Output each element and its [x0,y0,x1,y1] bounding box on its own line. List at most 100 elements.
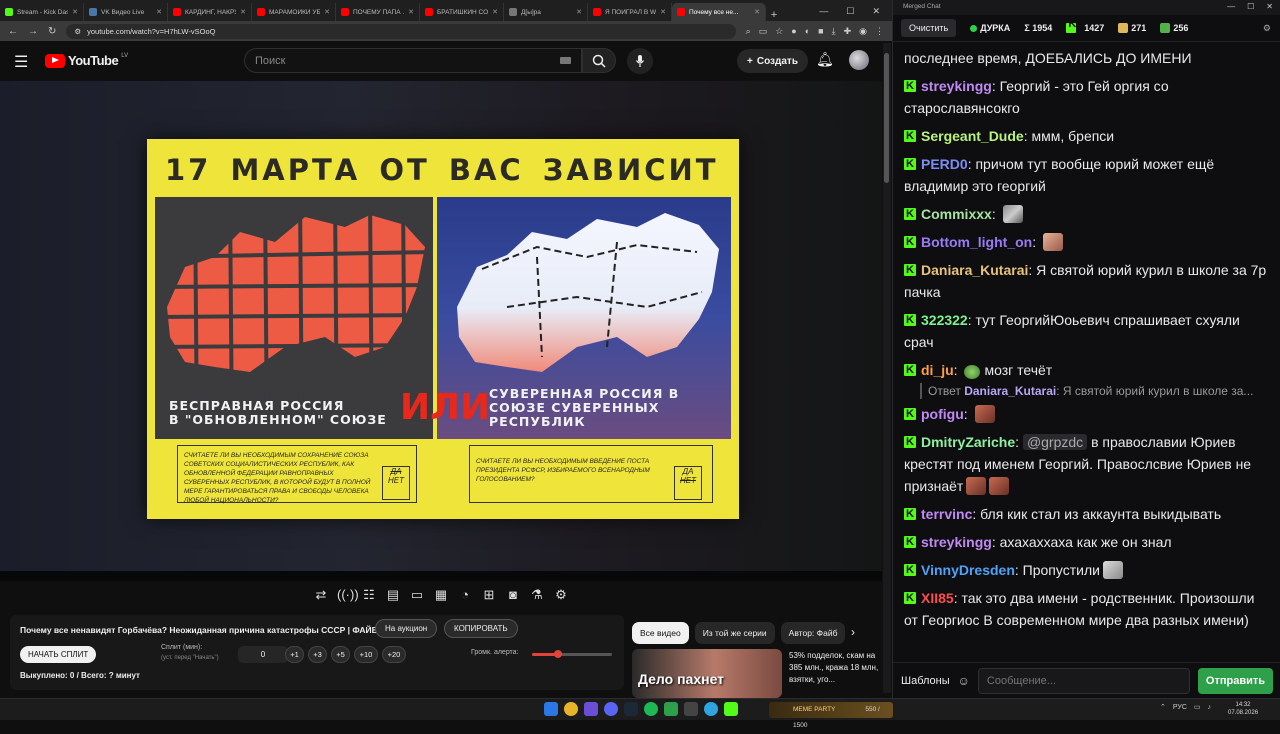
search-input[interactable]: Поиск [244,48,582,73]
subtitles-icon[interactable]: ▦ [433,587,449,607]
reply-preview[interactable]: Ответ Daniara_Kutarai: Я святой юрий кур… [920,383,1280,399]
cast-icon[interactable]: ▭ [759,26,768,37]
video-frame[interactable]: 17 МАРТА ОТ ВАС ЗАВИСИТ БЕСПРАВНАЯ РОССИ… [0,81,882,571]
close-tab-icon[interactable]: ✕ [156,8,162,16]
twitch-icon[interactable] [584,702,598,716]
spotify-icon[interactable] [644,702,658,716]
emote-icon[interactable] [1002,205,1023,223]
message-user[interactable]: PERD0 [921,156,968,172]
message-user[interactable]: DmitryZariche [921,434,1015,450]
close-tab-icon[interactable]: ✕ [576,8,582,16]
emote-icon[interactable] [974,405,995,423]
gear-icon[interactable]: ⚙ [553,587,569,607]
discord-icon[interactable] [604,702,618,716]
close-tab-icon[interactable]: ✕ [408,8,414,16]
start-split-button[interactable]: НАЧАТЬ СПЛИТ [20,646,97,663]
message-user[interactable]: streykingg [921,534,992,550]
profile-icon[interactable]: ◉ [859,26,867,37]
crop-icon[interactable]: ▭ [409,587,425,607]
chevron-up-icon[interactable]: ⌃ [1160,703,1166,711]
message-user[interactable]: terrvinc [921,506,972,522]
address-bar[interactable]: ⚙ youtube.com/watch?v=H7hLW-vSOoQ [66,23,736,39]
flask-icon[interactable]: ⚗ [529,587,545,607]
close-window-icon[interactable]: ✕ [1266,2,1273,11]
bookmark-star-icon[interactable]: ☆ [775,26,783,37]
emote-icon[interactable] [989,477,1010,495]
emoji-icon[interactable]: ☺ [958,674,970,688]
search-button[interactable] [582,48,616,73]
screenshot-icon[interactable]: ◙ [505,587,521,607]
copy-button[interactable]: КОПИРОВАТЬ [444,619,518,638]
browser-tab[interactable]: Д[ы]ра ✕ [504,3,588,21]
mention-chip[interactable]: @grpzdc [1022,434,1088,450]
auction-button[interactable]: На аукцион [375,619,438,638]
cat-emote-icon[interactable] [1102,561,1123,579]
network-icon[interactable]: ▭ [1194,703,1201,711]
site-info-icon[interactable]: ⚙ [74,27,81,36]
clock[interactable]: 14:32 07.08.2026 [1228,701,1258,717]
app-icon[interactable] [684,702,698,716]
close-tab-icon[interactable]: ✕ [660,8,666,16]
close-tab-icon[interactable]: ✕ [240,8,246,16]
browser-tab[interactable]: ПОЧЕМУ ПАПА ... ✕ [336,3,420,21]
message-user[interactable]: di_ju [921,362,954,378]
chat-settings-icon[interactable]: ⚙ [1263,23,1271,34]
step-button[interactable]: +20 [382,646,406,663]
message-user[interactable]: pofigu [921,406,964,422]
message-user[interactable]: Commixxx [921,206,992,222]
close-window-icon[interactable]: ✕ [872,6,880,17]
kick-app-icon[interactable] [724,702,738,716]
steam-icon[interactable] [624,702,638,716]
youtube-logo[interactable]: YouTube LV [45,53,128,68]
video-player[interactable]: 17 МАРТА ОТ ВАС ЗАВИСИТ БЕСПРАВНАЯ РОССИ… [0,81,882,602]
forward-icon[interactable]: → [28,26,38,37]
back-icon[interactable]: ← [8,26,18,37]
recommended-video[interactable]: Дело пахнет 53% подделок, скам на 385 мл… [632,649,879,698]
new-tab-button[interactable]: + [766,9,782,21]
message-user[interactable]: VinnyDresden [921,562,1015,578]
close-tab-icon[interactable]: ✕ [754,8,760,16]
add-frame-icon[interactable]: ⊞ [481,587,497,607]
download-icon[interactable]: ⤓ [832,26,836,37]
avatar[interactable] [849,50,869,70]
create-button[interactable]: + Создать [737,49,808,73]
broadcast-icon[interactable]: ((·)) [337,587,359,607]
loop-icon[interactable]: ⇄ [313,587,329,607]
browser-tab[interactable]: МАРАМОЙКИ УБ...✕ [252,3,336,21]
step-button[interactable]: +5 [331,646,350,663]
browser-tab[interactable]: VK Видео Live ✕ [84,3,168,21]
pepe-emote-icon[interactable] [964,365,981,379]
meme-party-widget[interactable]: MEME PARTY 550 / 1500 [769,702,893,729]
send-button[interactable]: Отправить [1197,667,1273,694]
extension-icon[interactable]: ■ [818,26,823,36]
video-thumbnail[interactable]: Дело пахнет [632,649,782,698]
message-user[interactable]: streykingg [921,78,992,94]
emote-icon[interactable] [966,477,987,495]
puzzle-icon[interactable]: ✚ [844,26,852,37]
playlist-icon[interactable]: ☷ [361,587,377,607]
message-user[interactable]: Bottom_light_on [921,234,1032,250]
kebab-menu-icon[interactable]: ⋮ [875,26,884,37]
hamburger-menu-icon[interactable]: ☰ [14,52,28,72]
templates-button[interactable]: Шаблоны [901,675,950,687]
message-user[interactable]: 322322 [921,312,968,328]
maximize-icon[interactable]: ☐ [1247,2,1254,11]
recommended-title[interactable]: 53% подделок, скам на 385 млн., кража 18… [789,650,879,686]
telegram-icon[interactable] [704,702,718,716]
voice-search-button[interactable] [627,48,653,74]
volume-knob[interactable] [554,650,563,658]
chip-all-videos[interactable]: Все видео [632,622,689,644]
browser-tab[interactable]: Stream - Kick Dashboard ✕ [0,3,84,21]
language-indicator[interactable]: РУС [1173,704,1187,711]
page-scrollbar[interactable] [883,43,891,693]
clapper-icon[interactable]: ▤ [385,587,401,607]
reload-icon[interactable]: ↻ [48,26,56,37]
step-button[interactable]: +3 [308,646,327,663]
close-tab-icon[interactable]: ✕ [492,8,498,16]
scrollbar-thumb[interactable] [884,53,889,183]
browser-tab[interactable]: КАРДИНГ, НАКРУ... ✕ [168,3,252,21]
chip-author[interactable]: Автор: Файб [780,622,846,644]
windows-start-icon[interactable] [544,702,558,716]
message-user[interactable]: Sergeant_Dude [921,128,1024,144]
split-minutes-input[interactable]: 0 [238,646,288,663]
